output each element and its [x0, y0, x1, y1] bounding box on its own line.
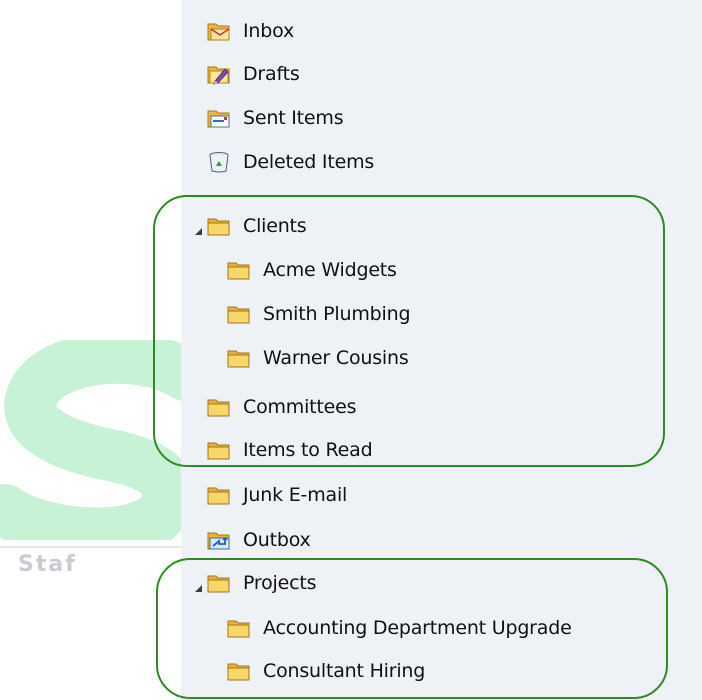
- folder-label: Warner Cousins: [263, 347, 409, 369]
- watermark-logo: [0, 331, 211, 560]
- folder-label: Accounting Department Upgrade: [263, 617, 572, 639]
- folder-label: Acme Widgets: [263, 259, 397, 281]
- expanded-triangle-icon[interactable]: [194, 578, 203, 592]
- folder-accounting-department-upgrade[interactable]: Accounting Department Upgrade: [227, 611, 572, 645]
- folder-label: Outbox: [243, 529, 311, 551]
- folder-icon: [227, 617, 251, 639]
- folder-label: Items to Read: [243, 439, 373, 461]
- folder-icon: [207, 215, 231, 237]
- folder-label: Projects: [243, 572, 317, 594]
- folder-junk-email[interactable]: Junk E-mail: [207, 478, 347, 512]
- folder-deleted-items[interactable]: Deleted Items: [207, 145, 374, 179]
- folder-icon: [207, 439, 231, 461]
- folder-icon: [227, 347, 251, 369]
- folder-icon: [227, 660, 251, 682]
- folder-projects[interactable]: Projects: [195, 566, 317, 600]
- folder-inbox[interactable]: Inbox: [207, 14, 294, 48]
- drafts-icon: [207, 63, 231, 85]
- expanded-triangle-icon[interactable]: [194, 221, 203, 235]
- folder-icon: [207, 484, 231, 506]
- folder-label: Deleted Items: [243, 151, 375, 173]
- folder-acme-widgets[interactable]: Acme Widgets: [227, 253, 397, 287]
- folder-label: Inbox: [243, 20, 294, 42]
- folder-icon: [207, 396, 231, 418]
- watermark-rule: [0, 546, 190, 548]
- folder-items-to-read[interactable]: Items to Read: [207, 433, 373, 467]
- outbox-icon: [207, 529, 231, 551]
- inbox-icon: [207, 20, 231, 42]
- folder-label: Smith Plumbing: [263, 303, 411, 325]
- sent-items-icon: [207, 107, 231, 129]
- folder-icon: [227, 259, 251, 281]
- watermark-text: Staf: [18, 552, 77, 577]
- folder-outbox[interactable]: Outbox: [207, 523, 311, 557]
- folder-warner-cousins[interactable]: Warner Cousins: [227, 341, 409, 375]
- folder-sent-items[interactable]: Sent Items: [207, 101, 344, 135]
- recycle-bin-icon: [207, 151, 231, 173]
- folder-label: Consultant Hiring: [263, 660, 426, 682]
- folder-label: Clients: [243, 215, 307, 237]
- folder-drafts[interactable]: Drafts: [207, 57, 300, 91]
- folder-clients[interactable]: Clients: [195, 209, 307, 243]
- folder-label: Sent Items: [243, 107, 344, 129]
- screenshot-stage: Staf Inbox Drafts Sent Items Deleted Ite…: [0, 0, 702, 700]
- folder-icon: [207, 572, 231, 594]
- folder-icon: [227, 303, 251, 325]
- watermark: Staf: [0, 331, 211, 600]
- folder-label: Committees: [243, 396, 357, 418]
- folder-navigation-pane: Inbox Drafts Sent Items Deleted Items Cl…: [181, 0, 702, 700]
- folder-consultant-hiring[interactable]: Consultant Hiring: [227, 654, 425, 688]
- folder-smith-plumbing[interactable]: Smith Plumbing: [227, 297, 411, 331]
- folder-label: Drafts: [243, 63, 300, 85]
- folder-committees[interactable]: Committees: [207, 390, 357, 424]
- folder-label: Junk E-mail: [243, 484, 348, 506]
